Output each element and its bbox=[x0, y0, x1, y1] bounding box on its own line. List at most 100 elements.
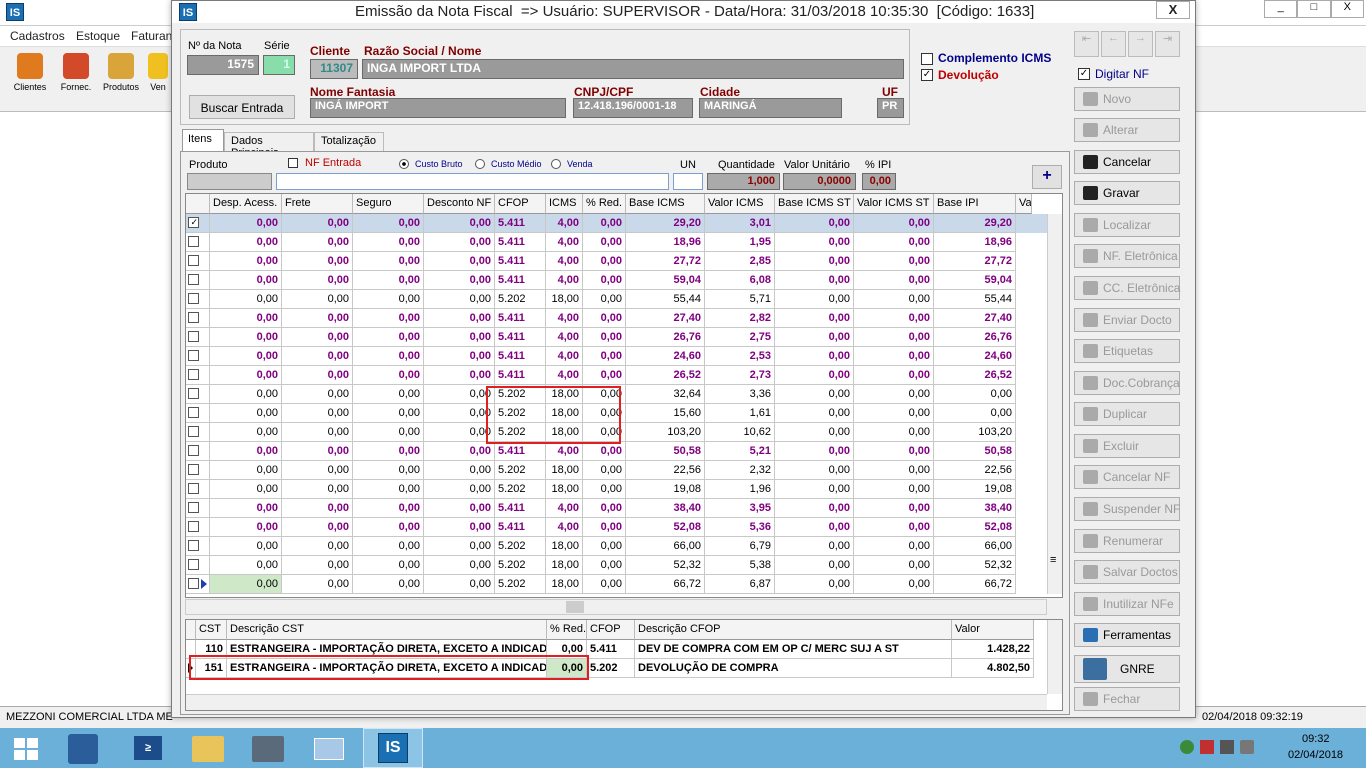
row-selector[interactable] bbox=[186, 537, 210, 556]
grid-cell[interactable]: 0,00 bbox=[353, 328, 424, 347]
action-button-0[interactable]: Novo bbox=[1074, 87, 1180, 111]
grid-cell[interactable]: 0,00 bbox=[210, 214, 282, 233]
row-checkbox[interactable] bbox=[188, 350, 199, 361]
row-selector[interactable] bbox=[186, 423, 210, 442]
grid-cell[interactable]: 4,00 bbox=[546, 271, 583, 290]
grid-cell[interactable]: 0,00 bbox=[854, 480, 934, 499]
grid-cell[interactable]: 0,00 bbox=[775, 328, 854, 347]
cst-horizontal-scrollbar[interactable] bbox=[186, 694, 1047, 710]
cst-cell[interactable]: 5.411 bbox=[587, 640, 635, 659]
row-selector[interactable] bbox=[186, 385, 210, 404]
grid-cell[interactable]: 5.202 bbox=[495, 290, 546, 309]
action-button-12[interactable]: Cancelar NF bbox=[1074, 465, 1180, 489]
grid-cell[interactable]: 0,00 bbox=[210, 366, 282, 385]
grid-row[interactable]: ✓ 0,00 0,00 0,00 0,00 5.411 4,00 0,00 29,20 3,01 0… bbox=[186, 214, 1048, 233]
tab-totalizacao[interactable]: Totalização bbox=[314, 132, 384, 151]
grid-row[interactable]: 0,00 0,00 0,00 0,00 5.411 4,00 0,00 50,58 5,21 0,… bbox=[186, 442, 1048, 461]
cst-cell[interactable]: 4.802,50 bbox=[952, 659, 1034, 678]
grid-cell[interactable]: 2,75 bbox=[705, 328, 775, 347]
grid-cell[interactable]: 18,00 bbox=[546, 537, 583, 556]
grid-header-12[interactable]: Valor bbox=[1016, 194, 1032, 214]
grid-cell[interactable]: 0,00 bbox=[775, 290, 854, 309]
grid-cell[interactable]: 55,44 bbox=[934, 290, 1016, 309]
grid-cell[interactable]: 2,32 bbox=[705, 461, 775, 480]
row-selector[interactable] bbox=[186, 366, 210, 385]
grid-cell[interactable]: 0,00 bbox=[282, 556, 353, 575]
grid-cell[interactable]: 0,00 bbox=[353, 537, 424, 556]
vertical-scrollbar[interactable]: ≡ bbox=[1047, 214, 1062, 594]
grid-header-8[interactable]: Valor ICMS bbox=[705, 194, 775, 214]
grid-cell[interactable]: 3,95 bbox=[705, 499, 775, 518]
grid-cell[interactable]: 0,00 bbox=[583, 366, 626, 385]
horizontal-scrollbar[interactable] bbox=[185, 599, 1047, 615]
action-button-4[interactable]: Localizar bbox=[1074, 213, 1180, 237]
grid-cell[interactable]: 0,00 bbox=[282, 347, 353, 366]
grid-cell[interactable]: 24,60 bbox=[934, 347, 1016, 366]
grid-cell[interactable]: 52,08 bbox=[626, 518, 705, 537]
grid-cell[interactable]: 18,00 bbox=[546, 461, 583, 480]
grid-row[interactable]: 0,00 0,00 0,00 0,00 5.202 18,00 0,00 66,00 6,79 0… bbox=[186, 537, 1048, 556]
grid-header-9[interactable]: Base ICMS ST bbox=[775, 194, 854, 214]
grid-cell[interactable]: 5.411 bbox=[495, 328, 546, 347]
grid-cell[interactable]: 0,00 bbox=[210, 556, 282, 575]
grid-cell[interactable]: 19,08 bbox=[626, 480, 705, 499]
row-checkbox[interactable] bbox=[188, 369, 199, 380]
grid-cell[interactable]: 5.202 bbox=[495, 556, 546, 575]
cst-vertical-scrollbar[interactable] bbox=[1047, 620, 1062, 694]
grid-cell[interactable]: 52,32 bbox=[626, 556, 705, 575]
venda-radio[interactable] bbox=[551, 159, 561, 169]
row-checkbox[interactable]: ✓ bbox=[188, 217, 199, 228]
grid-cell[interactable]: 19,08 bbox=[934, 480, 1016, 499]
action-button-8[interactable]: Etiquetas bbox=[1074, 339, 1180, 363]
grid-cell[interactable]: 66,72 bbox=[934, 575, 1016, 594]
grid-cell[interactable]: 0,00 bbox=[775, 575, 854, 594]
row-checkbox[interactable] bbox=[188, 331, 199, 342]
grid-cell[interactable]: 0,00 bbox=[583, 442, 626, 461]
custo-medio-radio[interactable] bbox=[475, 159, 485, 169]
grid-cell[interactable]: 27,40 bbox=[626, 309, 705, 328]
action-button-6[interactable]: CC. Eletrônica bbox=[1074, 276, 1180, 300]
custo-bruto-radio[interactable] bbox=[399, 159, 409, 169]
grid-cell[interactable]: 50,58 bbox=[626, 442, 705, 461]
grid-cell[interactable]: 0,00 bbox=[353, 423, 424, 442]
grid-cell[interactable]: 0,00 bbox=[424, 461, 495, 480]
grid-cell[interactable]: 0,00 bbox=[353, 366, 424, 385]
grid-cell[interactable]: 24,60 bbox=[626, 347, 705, 366]
grid-cell[interactable]: 0,00 bbox=[210, 233, 282, 252]
tab-itens[interactable]: Itens bbox=[182, 129, 224, 151]
grid-cell[interactable]: 26,52 bbox=[626, 366, 705, 385]
grid-cell[interactable]: 0,00 bbox=[210, 309, 282, 328]
grid-cell[interactable]: 0,00 bbox=[854, 214, 934, 233]
grid-cell[interactable]: 0,00 bbox=[854, 404, 934, 423]
grid-cell[interactable]: 5,71 bbox=[705, 290, 775, 309]
grid-cell[interactable]: 0,00 bbox=[854, 461, 934, 480]
row-selector[interactable] bbox=[186, 442, 210, 461]
grid-cell[interactable]: 5.411 bbox=[495, 366, 546, 385]
cnpj-field[interactable]: 12.418.196/0001-18 bbox=[573, 98, 693, 118]
grid-cell[interactable]: 5.411 bbox=[495, 347, 546, 366]
row-checkbox[interactable] bbox=[188, 483, 199, 494]
grid-cell[interactable]: 0,00 bbox=[353, 518, 424, 537]
row-checkbox[interactable] bbox=[188, 236, 199, 247]
grid-cell[interactable]: 0,00 bbox=[282, 442, 353, 461]
toolbar-vendas[interactable]: Ven bbox=[146, 47, 170, 92]
row-checkbox[interactable] bbox=[188, 426, 199, 437]
grid-cell[interactable]: 0,00 bbox=[210, 404, 282, 423]
action-button-10[interactable]: Duplicar bbox=[1074, 402, 1180, 426]
clock-time[interactable]: 09:32 bbox=[1302, 733, 1330, 745]
valor-unitario-input[interactable]: 0,0000 bbox=[783, 173, 856, 190]
grid-cell[interactable]: 0,00 bbox=[583, 499, 626, 518]
grid-cell[interactable]: 0,00 bbox=[282, 328, 353, 347]
serie-field[interactable]: 1 bbox=[263, 55, 295, 75]
add-item-button[interactable]: + bbox=[1032, 165, 1062, 189]
grid-cell[interactable]: 0,00 bbox=[775, 499, 854, 518]
start-button[interactable] bbox=[0, 728, 60, 768]
grid-row[interactable]: 0,00 0,00 0,00 0,00 5.202 18,00 0,00 52,32 5,38 0… bbox=[186, 556, 1048, 575]
grid-cell[interactable]: 0,00 bbox=[854, 575, 934, 594]
grid-cell[interactable]: 5.411 bbox=[495, 214, 546, 233]
grid-cell[interactable]: 5.411 bbox=[495, 252, 546, 271]
grid-cell[interactable]: 0,00 bbox=[282, 518, 353, 537]
grid-cell[interactable]: 0,00 bbox=[210, 423, 282, 442]
grid-cell[interactable]: 0,00 bbox=[775, 214, 854, 233]
grid-cell[interactable]: 27,40 bbox=[934, 309, 1016, 328]
